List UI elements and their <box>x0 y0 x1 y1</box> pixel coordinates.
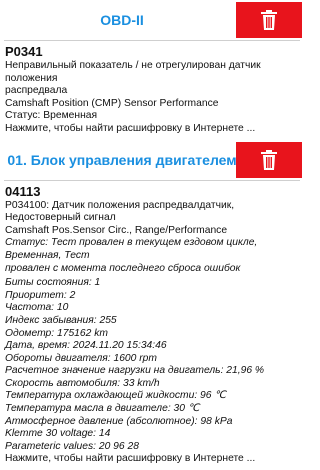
detail-line: Температура охлаждающей жидкости: 96 ℃ <box>5 390 226 402</box>
dtc-status: Статус: Временная <box>5 110 98 122</box>
trash-icon <box>261 10 277 30</box>
detail-line: Обороты двигателя: 1600 rpm <box>5 352 157 364</box>
detail-line: Приоритет: 2 <box>5 289 76 301</box>
detail-line: Дата, время: 2024.11.20 15:34:46 <box>5 340 167 352</box>
detail-line: Частота: 10 <box>5 302 69 314</box>
dtc-code: 04113 <box>5 183 41 199</box>
dtc-description: Неправильный показатель / не отрегулиров… <box>5 60 261 84</box>
delete-button[interactable] <box>236 141 302 178</box>
detail-line: Температура масла в двигателе: 30 ℃ <box>5 403 200 415</box>
dtc-description: P034100: Датчик положения распредвалдатч… <box>5 199 235 224</box>
detail-line: Расчетное значение нагрузки на двигатель… <box>5 365 265 377</box>
search-online-link[interactable]: Нажмите, чтобы найти расшифровку в Интер… <box>5 123 300 136</box>
trash-icon <box>261 149 277 170</box>
dtc-description: распредвала <box>5 85 68 97</box>
dtc-card-p0341[interactable]: P0341 Неправильный показатель / не отрег… <box>0 41 304 140</box>
search-online-link[interactable]: Нажмите, чтобы найти расшифровку в Интер… <box>5 453 300 466</box>
section-header-obd2: OBD-II <box>0 0 304 40</box>
detail-line: Атмосферное давление (абсолютное): 98 kP… <box>5 415 233 427</box>
dtc-status: провален с момента последнего сброса оши… <box>5 262 241 274</box>
dtc-description-en: Camshaft Pos.Sensor Circ., Range/Perform… <box>5 224 228 236</box>
detail-line: Parameteric values: 20 96 28 <box>5 440 139 452</box>
detail-line: Одометр: 175162 km <box>5 327 108 339</box>
section-header-engine: 01. Блок управления двигателем <box>0 140 304 180</box>
detail-line: Биты состояния: 1 <box>5 277 101 289</box>
detail-line: Индекс забывания: 255 <box>5 314 117 326</box>
detail-line: Скорость автомобиля: 33 km/h <box>5 377 160 389</box>
dtc-card-04113[interactable]: 04113 P034100: Датчик положения распредв… <box>0 181 304 470</box>
dtc-status: Статус: Тест провален в текущем ездовом … <box>5 237 258 261</box>
dtc-code: P0341 <box>5 44 43 59</box>
dtc-description-en: Camshaft Position (CMP) Sensor Performan… <box>5 97 219 109</box>
detail-line: Klemme 30 voltage: 14 <box>5 428 111 440</box>
delete-button[interactable] <box>236 2 302 38</box>
